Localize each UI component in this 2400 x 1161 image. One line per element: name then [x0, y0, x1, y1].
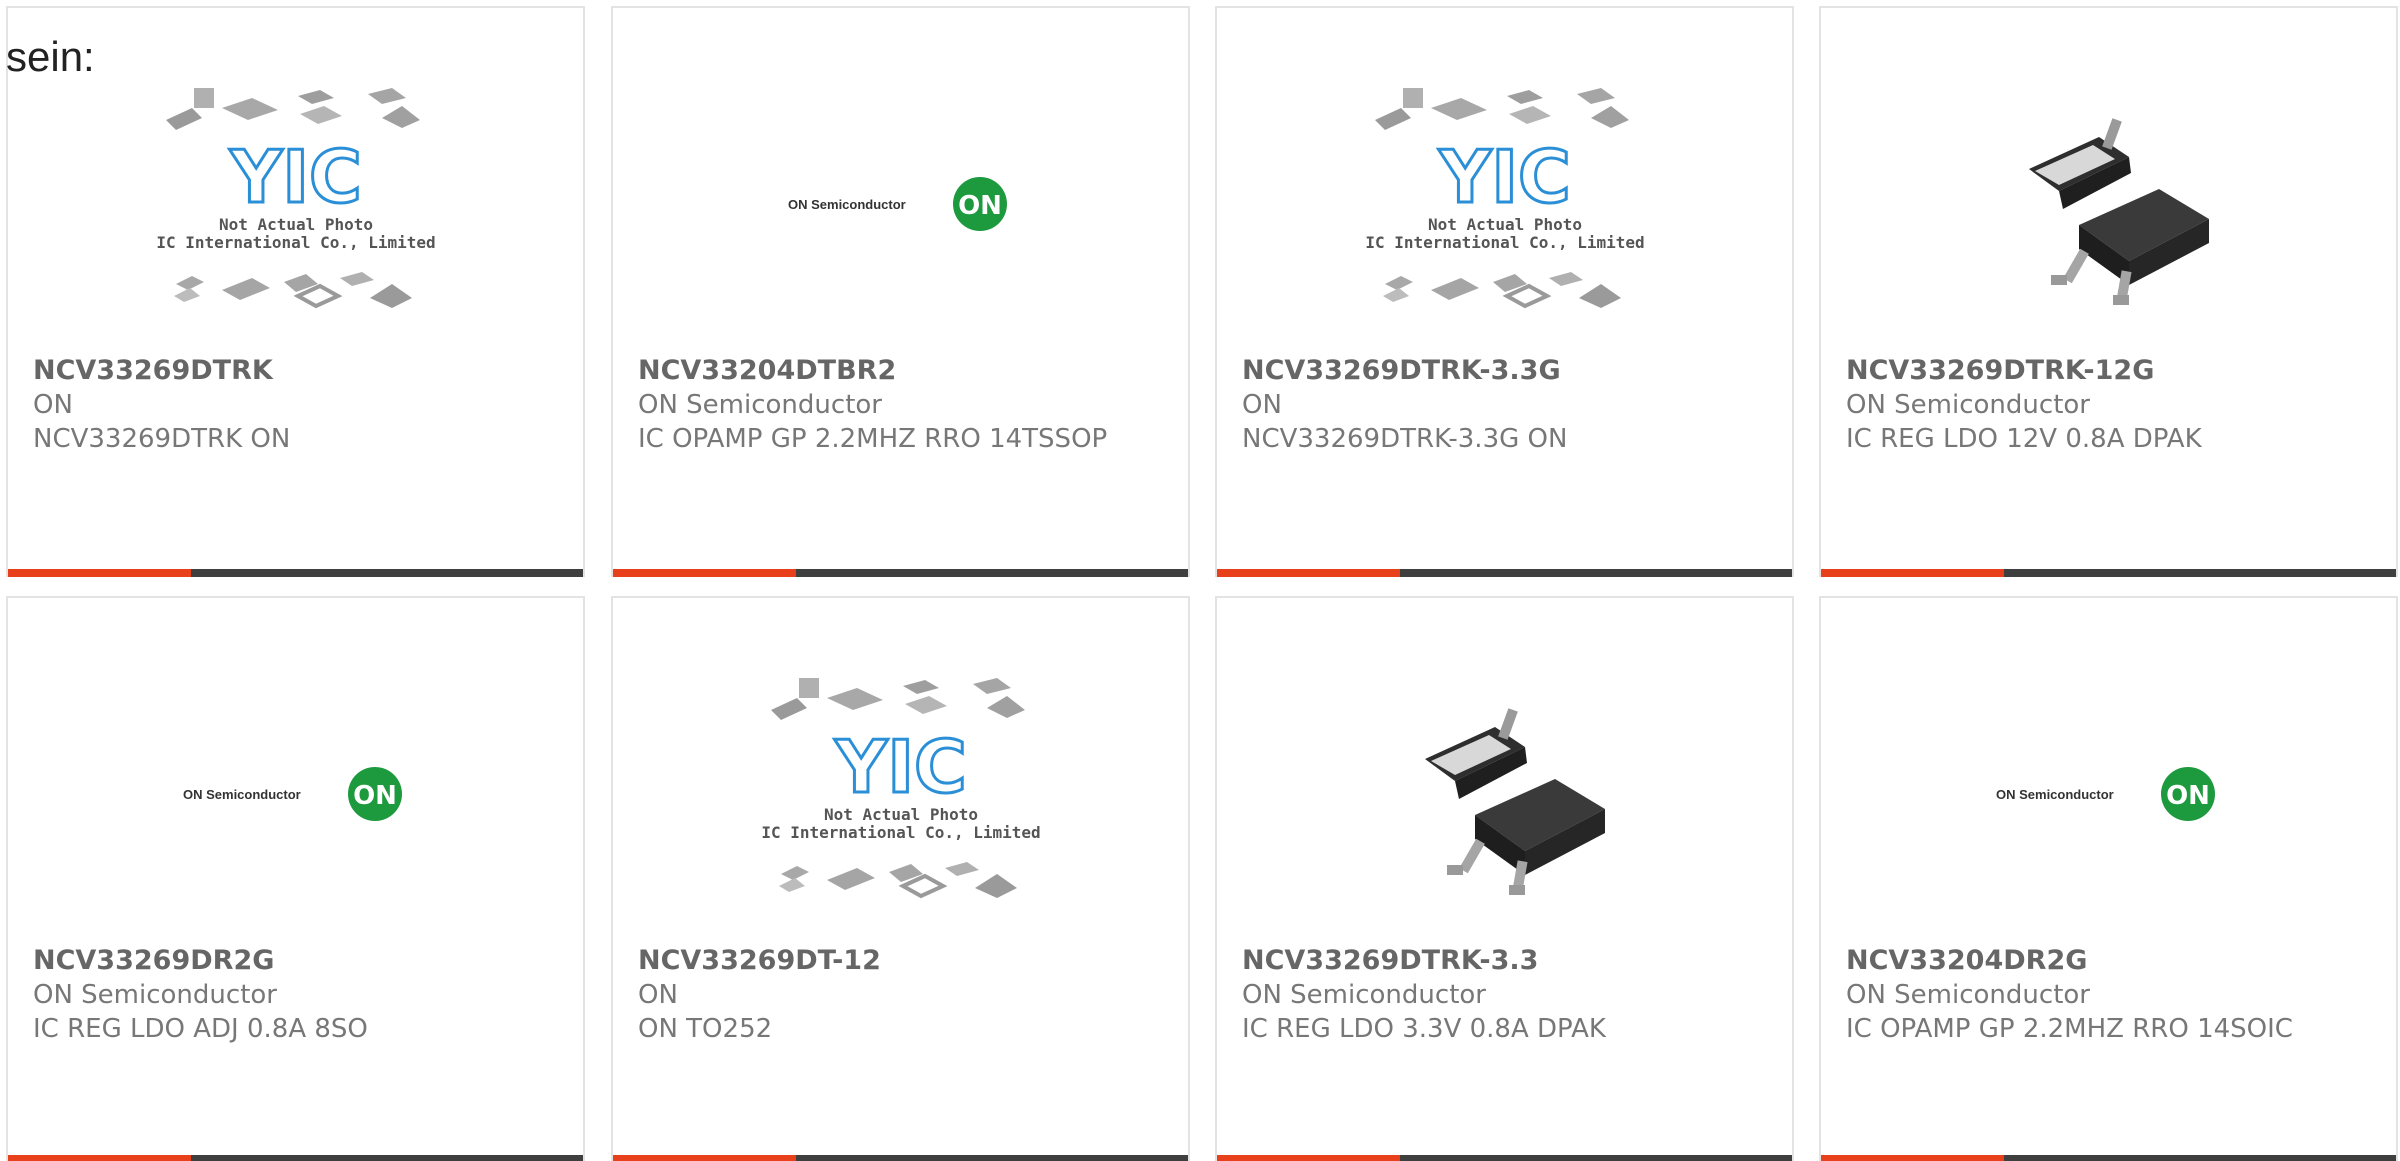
- manufacturer: ON: [33, 390, 73, 420]
- product-image[interactable]: [1217, 654, 1792, 934]
- manufacturer: ON: [1242, 390, 1282, 420]
- svg-text:ON: ON: [353, 781, 397, 811]
- product-image[interactable]: ON Semiconductor ON: [1821, 654, 2396, 934]
- card-footer-bar: [8, 1155, 583, 1161]
- card-footer-accent: [1821, 1155, 2004, 1161]
- description: ON TO252: [638, 1014, 773, 1044]
- card-footer-bar: [1217, 1155, 1792, 1161]
- svg-text:YIC International Co., Limited: YIC International Co., Limited.: [1365, 233, 1645, 252]
- description: NCV33269DTRK ON: [33, 424, 291, 454]
- card-footer-bar: [1821, 569, 2396, 577]
- manufacturer: ON Semiconductor: [1846, 390, 2090, 420]
- yic-logo-icon: YIC: [1436, 134, 1572, 221]
- part-number[interactable]: NCV33204DTBR2: [638, 354, 1168, 388]
- description: IC REG LDO ADJ 0.8A 8SO: [33, 1014, 368, 1044]
- part-number[interactable]: NCV33269DTRK-3.3: [1242, 944, 1772, 978]
- part-number[interactable]: NCV33269DT-12: [638, 944, 1168, 978]
- manufacturer: ON Semiconductor: [1846, 980, 2090, 1010]
- svg-text:Not Actual Photo: Not Actual Photo: [218, 215, 372, 234]
- dpak-package-image: [2028, 118, 2209, 305]
- svg-text:Not Actual Photo: Not Actual Photo: [1427, 215, 1581, 234]
- svg-text:ON: ON: [2166, 781, 2210, 811]
- svg-text:YIC: YIC: [1438, 135, 1571, 219]
- card-footer-accent: [8, 1155, 191, 1161]
- product-image[interactable]: YIC Not Actual Photo YIC International C…: [8, 64, 583, 344]
- card-footer-bar: [8, 569, 583, 577]
- description: IC OPAMP GP 2.2MHZ RRO 14TSSOP: [638, 424, 1108, 454]
- part-number[interactable]: NCV33269DTRK-12G: [1846, 354, 2376, 388]
- svg-text:YIC International Co., Limited: YIC International Co., Limited.: [156, 233, 436, 252]
- card-footer-accent: [613, 569, 796, 577]
- product-image[interactable]: ON Semiconductor ON: [613, 64, 1188, 344]
- svg-text:Not Actual Photo: Not Actual Photo: [823, 805, 977, 824]
- part-number[interactable]: NCV33269DTRK: [33, 354, 563, 388]
- card-footer-accent: [1821, 569, 2004, 577]
- manufacturer: ON: [638, 980, 678, 1010]
- description: IC OPAMP GP 2.2MHZ RRO 14SOIC: [1846, 1014, 2293, 1044]
- yic-placeholder-image: YIC Not Actual Photo YIC International C…: [1365, 88, 1645, 309]
- card-footer-accent: [8, 569, 191, 577]
- product-card[interactable]: NCV33269DTRK-3.3 ON Semiconductor IC REG…: [1215, 596, 1794, 1161]
- manufacturer: ON Semiconductor: [33, 980, 277, 1010]
- dpak-package-image: [1424, 708, 1605, 895]
- product-card[interactable]: ON Semiconductor ON NCV33269DR2G ON Semi…: [6, 596, 585, 1161]
- on-semiconductor-logo-image: ON Semiconductor ON: [183, 767, 402, 821]
- yic-placeholder-image: YIC Not Actual Photo YIC International C…: [761, 678, 1041, 899]
- product-card[interactable]: YIC Not Actual Photo YIC International C…: [6, 6, 585, 577]
- manufacturer: ON Semiconductor: [638, 390, 882, 420]
- description: NCV33269DTRK-3.3G ON: [1242, 424, 1568, 454]
- card-footer-bar: [1217, 569, 1792, 577]
- on-semiconductor-logo-image: ON Semiconductor ON: [788, 177, 1007, 231]
- manufacturer: ON Semiconductor: [1242, 980, 1486, 1010]
- card-footer-bar: [1821, 1155, 2396, 1161]
- part-number[interactable]: NCV33204DR2G: [1846, 944, 2376, 978]
- svg-text:ON Semiconductor: ON Semiconductor: [788, 197, 906, 212]
- card-footer-accent: [613, 1155, 796, 1161]
- card-footer-accent: [1217, 569, 1400, 577]
- svg-text:ON: ON: [958, 191, 1002, 221]
- yic-logo-icon: YIC: [227, 134, 363, 221]
- description: IC REG LDO 3.3V 0.8A DPAK: [1242, 1014, 1606, 1044]
- product-image[interactable]: YIC Not Actual Photo YIC International C…: [1217, 64, 1792, 344]
- svg-text:YIC: YIC: [834, 725, 967, 809]
- product-card[interactable]: YIC Not Actual Photo YIC International C…: [611, 596, 1190, 1161]
- product-card[interactable]: NCV33269DTRK-12G ON Semiconductor IC REG…: [1819, 6, 2398, 577]
- description: IC REG LDO 12V 0.8A DPAK: [1846, 424, 2202, 454]
- part-number[interactable]: NCV33269DTRK-3.3G: [1242, 354, 1772, 388]
- svg-text:ON Semiconductor: ON Semiconductor: [1996, 787, 2114, 802]
- card-footer-accent: [1217, 1155, 1400, 1161]
- yic-placeholder-image: YIC Not Actual Photo YIC International C…: [156, 88, 436, 309]
- on-semiconductor-logo-image: ON Semiconductor ON: [1996, 767, 2215, 821]
- intro-text: sein:: [6, 33, 95, 80]
- product-image[interactable]: ON Semiconductor ON: [8, 654, 583, 934]
- card-footer-bar: [613, 569, 1188, 577]
- product-card[interactable]: ON Semiconductor ON NCV33204DTBR2 ON Sem…: [611, 6, 1190, 577]
- product-image[interactable]: YIC Not Actual Photo YIC International C…: [613, 654, 1188, 934]
- product-card[interactable]: ON Semiconductor ON NCV33204DR2G ON Semi…: [1819, 596, 2398, 1161]
- card-footer-bar: [613, 1155, 1188, 1161]
- svg-text:ON Semiconductor: ON Semiconductor: [183, 787, 301, 802]
- yic-logo-icon: YIC: [832, 724, 968, 811]
- product-card[interactable]: YIC Not Actual Photo YIC International C…: [1215, 6, 1794, 577]
- product-image[interactable]: [1821, 64, 2396, 344]
- part-number[interactable]: NCV33269DR2G: [33, 944, 563, 978]
- svg-text:YIC: YIC: [229, 135, 362, 219]
- svg-text:YIC International Co., Limited: YIC International Co., Limited.: [761, 823, 1041, 842]
